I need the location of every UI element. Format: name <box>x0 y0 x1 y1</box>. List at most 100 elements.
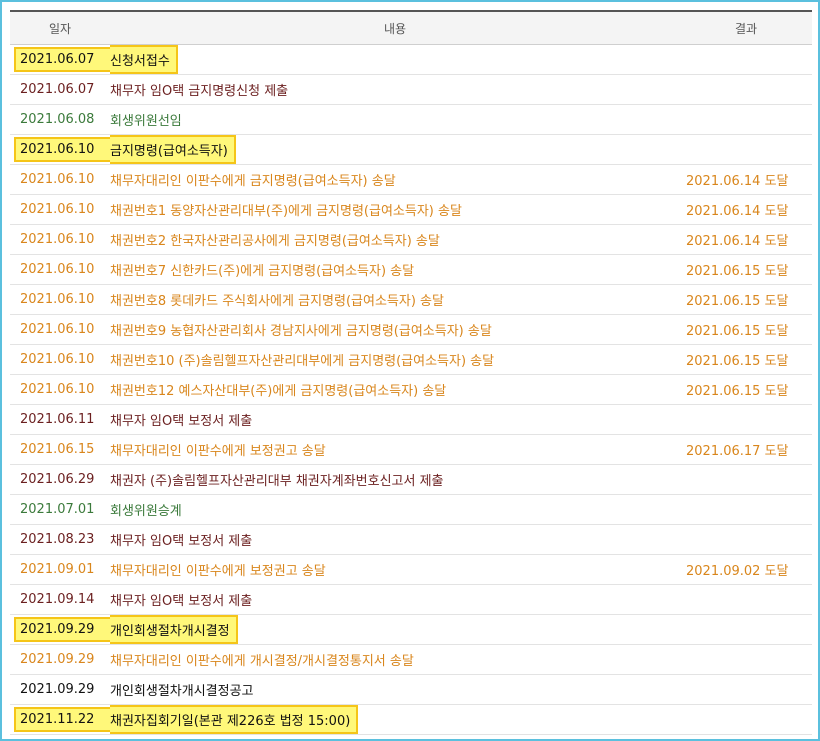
row-content-cell: 채권번호9 농협자산관리회사 경남지사에게 금지명령(급여소득자) 송달 <box>110 314 680 345</box>
row-date: 2021.11.22 <box>14 707 110 732</box>
row-date-cell: 2021.06.10 <box>10 224 110 255</box>
row-content: 채권번호1 동양자산관리대부(주)에게 금지명령(급여소득자) 송달 <box>110 204 462 219</box>
row-date: 2021.06.10 <box>20 232 95 247</box>
row-date-cell: 2021.09.29 <box>10 614 110 645</box>
row-content: 회생위원승계 <box>110 504 182 519</box>
table-row: 2021.08.23 채무자 임O택 보정서 제출 <box>10 524 812 555</box>
row-content-cell: 채권번호2 한국자산관리공사에게 금지명령(급여소득자) 송달 <box>110 224 680 255</box>
row-content: 채무자 임O택 보정서 제출 <box>110 534 253 549</box>
row-date: 2021.09.01 <box>20 562 95 577</box>
row-content-cell: 채무자 임O택 금지명령신청 제출 <box>110 74 680 105</box>
row-date: 2021.09.29 <box>20 652 95 667</box>
row-date-cell: 2021.09.29 <box>10 644 110 675</box>
row-result <box>680 134 812 165</box>
row-date: 2021.06.10 <box>20 382 95 397</box>
row-date: 2021.06.10 <box>20 352 95 367</box>
row-content-cell: 채권자 (주)솔림헬프자산관리대부 채권자계좌번호신고서 제출 <box>110 464 680 495</box>
row-content: 채무자 임O택 보정서 제출 <box>110 414 253 429</box>
row-date: 2021.06.10 <box>20 202 95 217</box>
case-progress-table-wrap: 일자 내용 결과 2021.06.07 신청서접수 2021.06.07 채무자 임O… <box>10 10 812 735</box>
row-result: 2021.06.15 도달 <box>680 374 812 405</box>
row-content-cell: 신청서접수 <box>110 44 680 75</box>
row-date: 2021.06.07 <box>20 82 95 97</box>
row-result: 2021.06.17 도달 <box>680 434 812 465</box>
row-content: 신청서접수 <box>110 45 178 74</box>
row-content: 금지명령(급여소득자) <box>110 135 236 164</box>
row-content: 채권자 (주)솔림헬프자산관리대부 채권자계좌번호신고서 제출 <box>110 474 444 489</box>
row-content-cell: 채무자대리인 이판수에게 보정권고 송달 <box>110 434 680 465</box>
row-result <box>680 74 812 105</box>
row-result <box>680 464 812 495</box>
row-content: 채권자집회기일(본관 제226호 법정 15:00) <box>110 705 359 734</box>
row-result <box>680 524 812 555</box>
row-result <box>680 644 812 675</box>
table-row: 2021.06.10 금지명령(급여소득자) <box>10 134 812 165</box>
row-date-cell: 2021.06.10 <box>10 314 110 345</box>
table-header: 일자 내용 결과 <box>10 10 812 45</box>
row-date: 2021.06.08 <box>20 112 95 127</box>
row-date: 2021.08.23 <box>20 532 95 547</box>
row-content-cell: 채무자대리인 이판수에게 금지명령(급여소득자) 송달 <box>110 164 680 195</box>
row-date-cell: 2021.06.10 <box>10 194 110 225</box>
row-date-cell: 2021.06.08 <box>10 104 110 135</box>
row-date: 2021.06.15 <box>20 442 95 457</box>
row-content: 채무자 임O택 금지명령신청 제출 <box>110 84 289 99</box>
table-row: 2021.06.10 채권번호1 동양자산관리대부(주)에게 금지명령(급여소득자… <box>10 194 812 225</box>
row-date: 2021.09.29 <box>20 682 95 697</box>
row-date: 2021.06.07 <box>14 47 110 72</box>
row-content: 채무자대리인 이판수에게 보정권고 송달 <box>110 564 326 579</box>
row-result: 2021.06.15 도달 <box>680 254 812 285</box>
row-date-cell: 2021.09.01 <box>10 554 110 585</box>
row-result: 2021.06.14 도달 <box>680 164 812 195</box>
row-content: 채권번호2 한국자산관리공사에게 금지명령(급여소득자) 송달 <box>110 234 440 249</box>
row-content-cell: 채권번호12 예스자산대부(주)에게 금지명령(급여소득자) 송달 <box>110 374 680 405</box>
row-result <box>680 494 812 525</box>
row-content: 채권번호12 예스자산대부(주)에게 금지명령(급여소득자) 송달 <box>110 384 447 399</box>
case-progress-frame: 일자 내용 결과 2021.06.07 신청서접수 2021.06.07 채무자 임O… <box>0 0 820 741</box>
row-content: 채권번호7 신한카드(주)에게 금지명령(급여소득자) 송달 <box>110 264 415 279</box>
table-row: 2021.06.07 신청서접수 <box>10 44 812 75</box>
row-date: 2021.06.10 <box>14 137 110 162</box>
row-result: 2021.06.15 도달 <box>680 284 812 315</box>
row-date-cell: 2021.06.29 <box>10 464 110 495</box>
table-row: 2021.06.07 채무자 임O택 금지명령신청 제출 <box>10 74 812 105</box>
row-result <box>680 674 812 705</box>
table-row: 2021.09.29 채무자대리인 이판수에게 개시결정/개시결정통지서 송달 <box>10 644 812 675</box>
row-content: 채권번호8 롯데카드 주식회사에게 금지명령(급여소득자) 송달 <box>110 294 444 309</box>
row-date-cell: 2021.06.10 <box>10 164 110 195</box>
row-content-cell: 채무자대리인 이판수에게 개시결정/개시결정통지서 송달 <box>110 644 680 675</box>
row-result: 2021.09.02 도달 <box>680 554 812 585</box>
table-row: 2021.09.01 채무자대리인 이판수에게 보정권고 송달 2021.09.02… <box>10 554 812 585</box>
row-content: 채무자 임O택 보정서 제출 <box>110 594 253 609</box>
row-date-cell: 2021.06.11 <box>10 404 110 435</box>
row-result: 2021.06.14 도달 <box>680 224 812 255</box>
row-date: 2021.06.10 <box>20 172 95 187</box>
table-row: 2021.06.10 채무자대리인 이판수에게 금지명령(급여소득자) 송달 202… <box>10 164 812 195</box>
row-content-cell: 개인회생절차개시결정공고 <box>110 674 680 705</box>
row-content-cell: 개인회생절차개시결정 <box>110 614 680 645</box>
row-content: 채권번호10 (주)솔림헬프자산관리대부에게 금지명령(급여소득자) 송달 <box>110 354 495 369</box>
row-date: 2021.06.11 <box>20 412 95 427</box>
row-result <box>680 404 812 435</box>
row-content-cell: 채권번호1 동양자산관리대부(주)에게 금지명령(급여소득자) 송달 <box>110 194 680 225</box>
row-date: 2021.09.14 <box>20 592 95 607</box>
row-date: 2021.06.10 <box>20 262 95 277</box>
row-content-cell: 채무자 임O택 보정서 제출 <box>110 524 680 555</box>
row-result: 2021.06.15 도달 <box>680 314 812 345</box>
row-content: 채무자대리인 이판수에게 보정권고 송달 <box>110 444 326 459</box>
row-content: 개인회생절차개시결정 <box>110 615 238 644</box>
row-date-cell: 2021.08.23 <box>10 524 110 555</box>
header-date: 일자 <box>10 10 110 45</box>
table-row: 2021.06.08 회생위원선임 <box>10 104 812 135</box>
table-row: 2021.06.29 채권자 (주)솔림헬프자산관리대부 채권자계좌번호신고서 제… <box>10 464 812 495</box>
row-date-cell: 2021.07.01 <box>10 494 110 525</box>
row-date: 2021.09.29 <box>14 617 110 642</box>
row-date-cell: 2021.06.07 <box>10 44 110 75</box>
table-row: 2021.09.14 채무자 임O택 보정서 제출 <box>10 584 812 615</box>
row-date: 2021.06.10 <box>20 322 95 337</box>
table-row: 2021.11.22 채권자집회기일(본관 제226호 법정 15:00) <box>10 704 812 735</box>
row-date-cell: 2021.06.10 <box>10 344 110 375</box>
row-date: 2021.07.01 <box>20 502 95 517</box>
case-progress-table: 일자 내용 결과 2021.06.07 신청서접수 2021.06.07 채무자 임O… <box>10 10 812 735</box>
row-content: 회생위원선임 <box>110 114 182 129</box>
